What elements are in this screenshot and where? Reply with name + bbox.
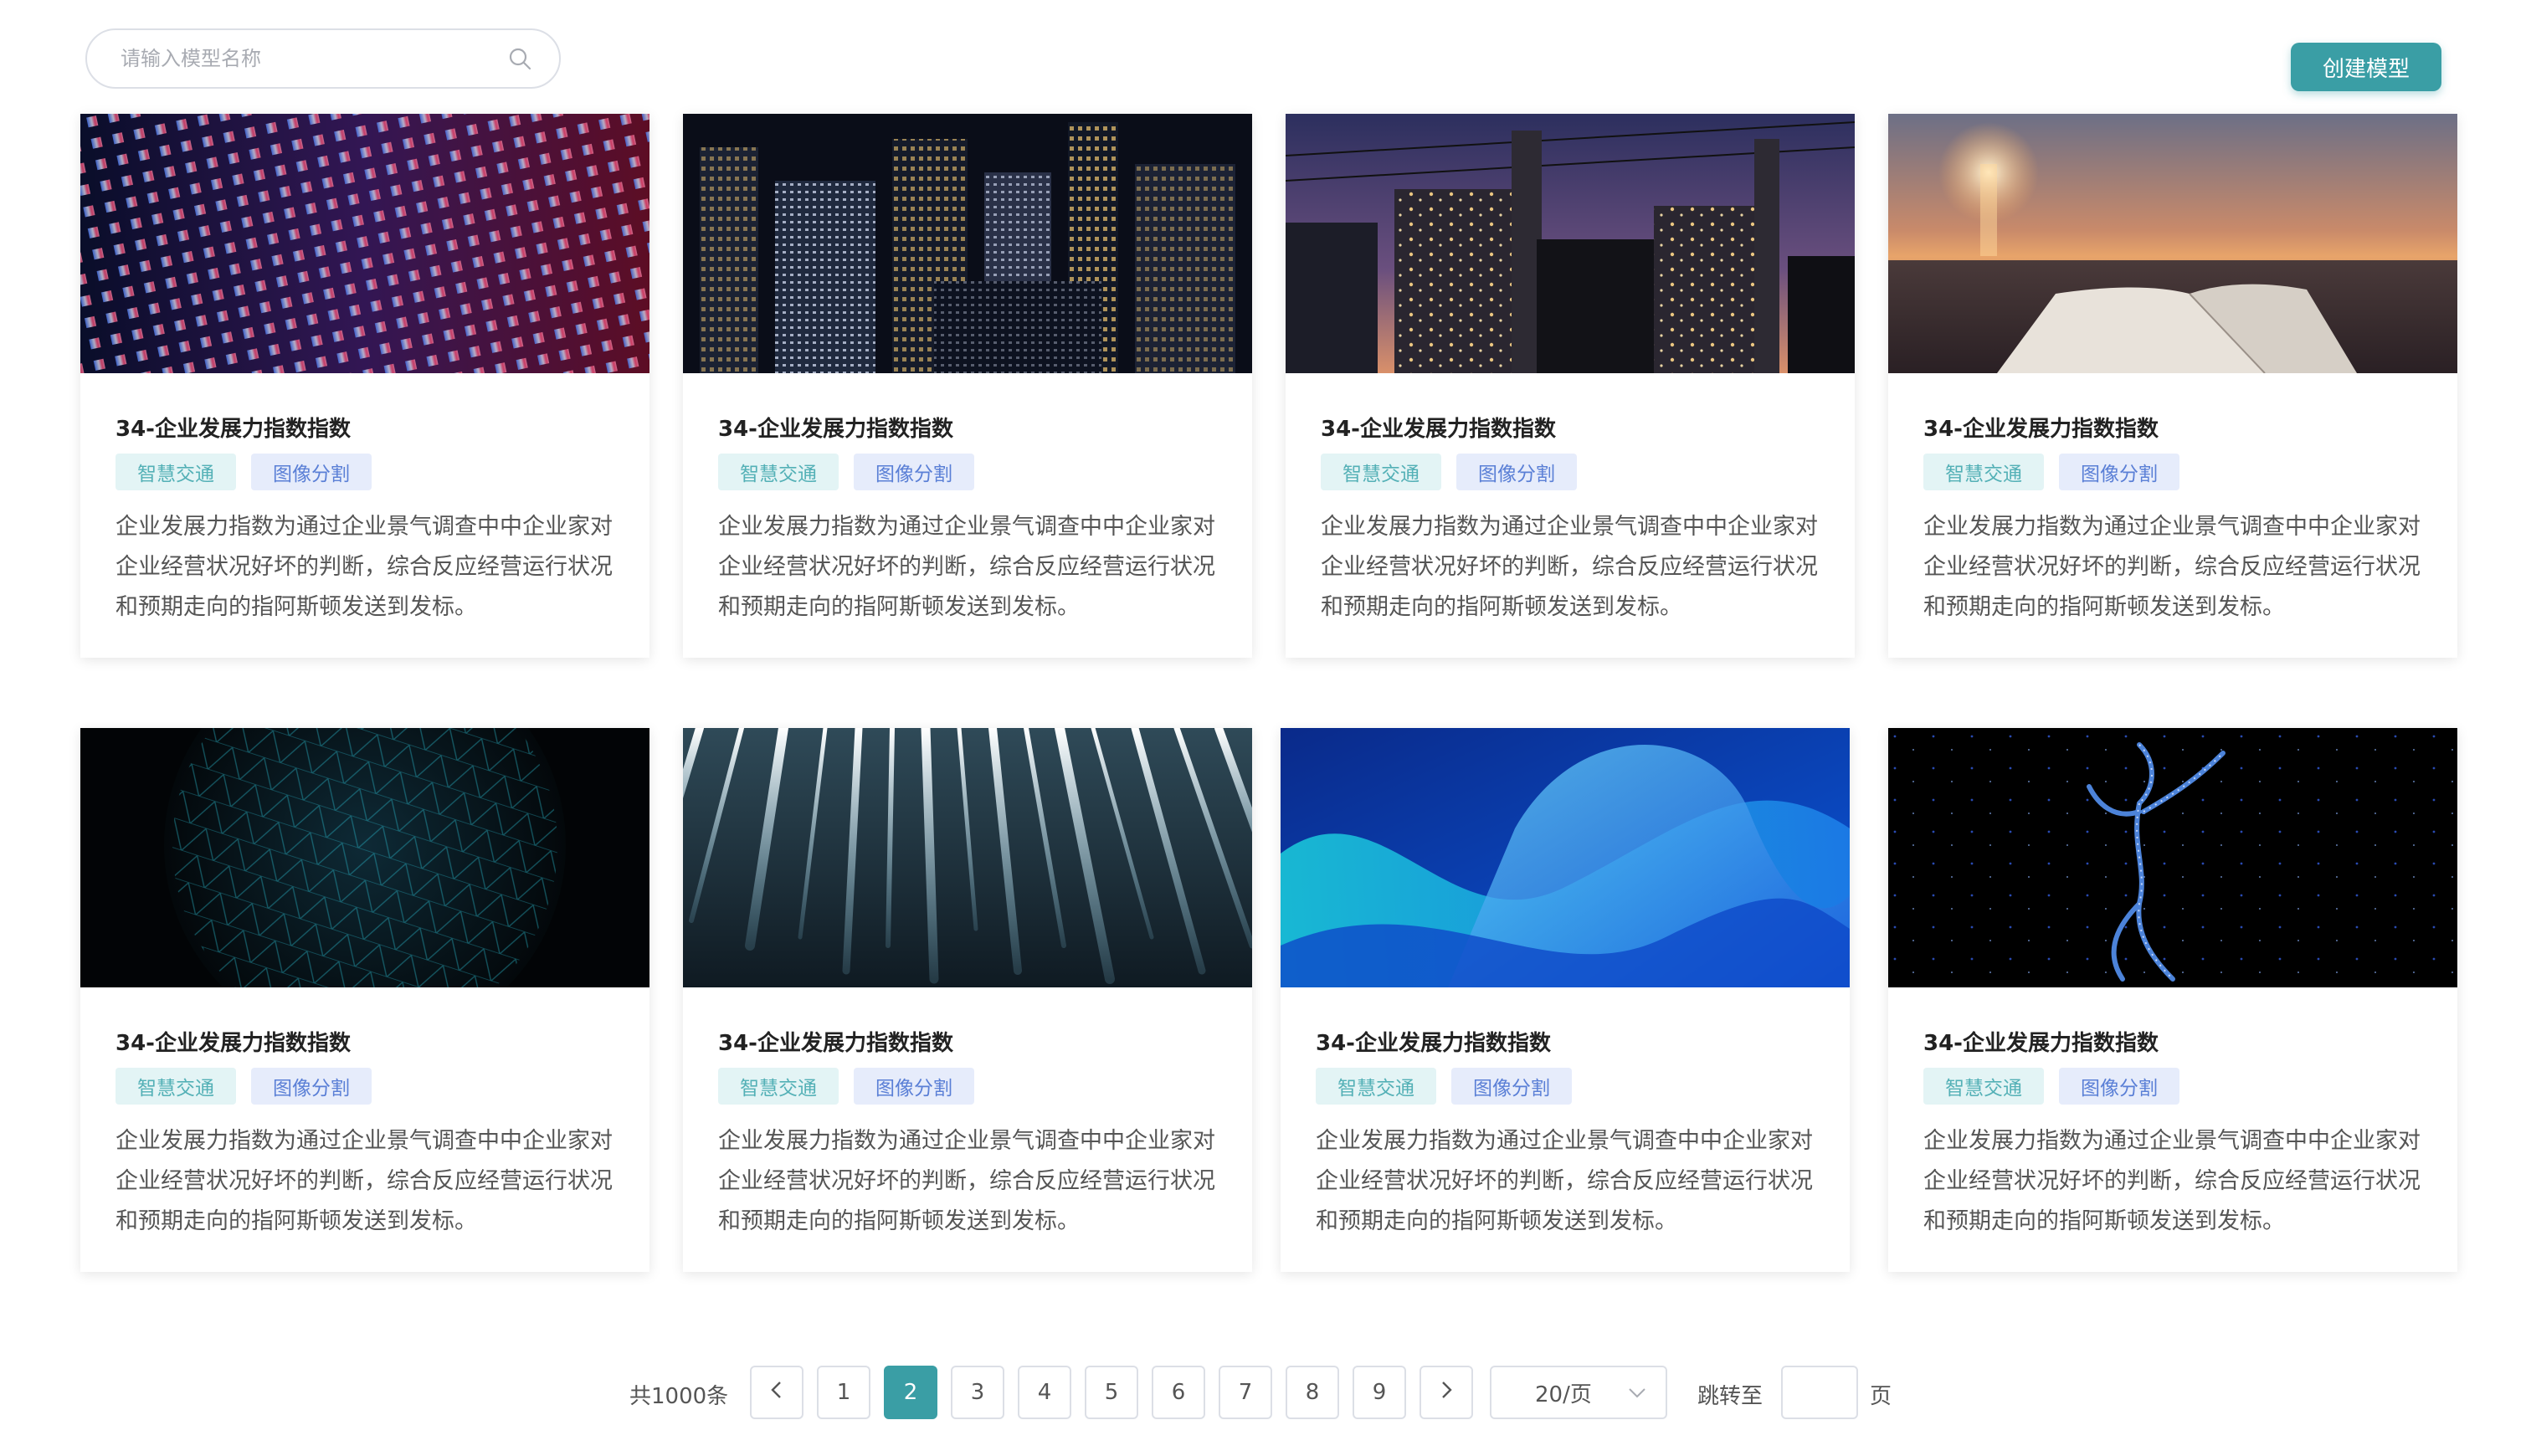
page-button-4[interactable]: 4: [1018, 1366, 1071, 1419]
card-description: 企业发展力指数为通过企业景气调查中中企业家对企业经营状况好坏的判断，综合反应经营…: [116, 514, 613, 620]
prev-page-button[interactable]: [750, 1366, 803, 1419]
model-card[interactable]: 34-企业发展力指数指数 智慧交通 图像分割 企业发展力指数为通过企业景气调查中…: [80, 114, 649, 658]
card-title: 34-企业发展力指数指数: [718, 417, 953, 442]
jump-to-label: 跳转至: [1697, 1384, 1763, 1409]
model-card[interactable]: 34-企业发展力指数指数 智慧交通 图像分割 企业发展力指数为通过企业景气调查中…: [1888, 728, 2457, 1272]
chevron-down-icon: [1627, 1380, 1647, 1405]
card-description: 企业发展力指数为通过企业景气调查中中企业家对企业经营状况好坏的判断，综合反应经营…: [1316, 1128, 1813, 1234]
tag-category: 智慧交通: [1316, 1068, 1436, 1105]
pagination: 共1000条 1 2 3 4 5 6 7 8 9 20/页 跳转至 页: [0, 1366, 2531, 1419]
card-image-dot-grid: [80, 114, 649, 373]
create-model-button[interactable]: 创建模型: [2291, 43, 2441, 91]
tag-category: 智慧交通: [116, 1068, 236, 1105]
page-button-6[interactable]: 6: [1152, 1366, 1205, 1419]
page-button-8[interactable]: 8: [1286, 1366, 1339, 1419]
card-image-light-streaks: [683, 728, 1252, 987]
card-description: 企业发展力指数为通过企业景气调查中中企业家对企业经营状况好坏的判断，综合反应经营…: [1923, 514, 2421, 620]
tag-task: 图像分割: [2059, 454, 2179, 490]
page-button-1[interactable]: 1: [817, 1366, 870, 1419]
card-image-blue-waves: [1281, 728, 1850, 987]
search-input[interactable]: [119, 46, 506, 71]
page-size-value: 20/页: [1535, 1382, 1592, 1407]
search-box[interactable]: [85, 28, 561, 89]
card-image-sunset-book: [1888, 114, 2457, 373]
card-title: 34-企业发展力指数指数: [1316, 1031, 1551, 1056]
page-button-5[interactable]: 5: [1085, 1366, 1138, 1419]
next-page-button[interactable]: [1420, 1366, 1473, 1419]
tag-task: 图像分割: [1456, 454, 1577, 490]
model-card[interactable]: 34-企业发展力指数指数 智慧交通 图像分割 企业发展力指数为通过企业景气调查中…: [1888, 114, 2457, 658]
tag-category: 智慧交通: [1923, 1068, 2044, 1105]
tag-category: 智慧交通: [1923, 454, 2044, 490]
tag-task: 图像分割: [251, 1068, 372, 1105]
page-button-7[interactable]: 7: [1219, 1366, 1272, 1419]
tag-task: 图像分割: [2059, 1068, 2179, 1105]
page-button-2-current[interactable]: 2: [884, 1366, 937, 1419]
chevron-left-icon: [768, 1380, 785, 1406]
card-image-particle-figure: [1888, 728, 2457, 987]
page-size-select[interactable]: 20/页: [1490, 1366, 1667, 1419]
card-description: 企业发展力指数为通过企业景气调查中中企业家对企业经营状况好坏的判断，综合反应经营…: [116, 1128, 613, 1234]
model-card[interactable]: 34-企业发展力指数指数 智慧交通 图像分割 企业发展力指数为通过企业景气调查中…: [1281, 728, 1850, 1272]
card-image-city-night: [683, 114, 1252, 373]
tag-task: 图像分割: [854, 1068, 974, 1105]
tag-category: 智慧交通: [718, 1068, 839, 1105]
card-title: 34-企业发展力指数指数: [718, 1031, 953, 1056]
model-card[interactable]: 34-企业发展力指数指数 智慧交通 图像分割 企业发展力指数为通过企业景气调查中…: [683, 728, 1252, 1272]
tag-category: 智慧交通: [718, 454, 839, 490]
model-card[interactable]: 34-企业发展力指数指数 智慧交通 图像分割 企业发展力指数为通过企业景气调查中…: [683, 114, 1252, 658]
model-card[interactable]: 34-企业发展力指数指数 智慧交通 图像分割 企业发展力指数为通过企业景气调查中…: [1286, 114, 1855, 658]
card-title: 34-企业发展力指数指数: [116, 1031, 351, 1056]
model-card[interactable]: 34-企业发展力指数指数 智慧交通 图像分割 企业发展力指数为通过企业景气调查中…: [80, 728, 649, 1272]
page-button-9[interactable]: 9: [1353, 1366, 1406, 1419]
page-button-3[interactable]: 3: [951, 1366, 1004, 1419]
card-image-dark-network: [80, 728, 649, 987]
card-description: 企业发展力指数为通过企业景气调查中中企业家对企业经营状况好坏的判断，综合反应经营…: [718, 514, 1215, 620]
tag-category: 智慧交通: [1321, 454, 1441, 490]
tag-category: 智慧交通: [116, 454, 236, 490]
jump-page-input[interactable]: [1781, 1366, 1858, 1419]
search-icon[interactable]: [506, 44, 534, 73]
card-image-factory-dusk: [1286, 114, 1855, 373]
total-count: 共1000条: [629, 1384, 729, 1409]
card-description: 企业发展力指数为通过企业景气调查中中企业家对企业经营状况好坏的判断，综合反应经营…: [718, 1128, 1215, 1234]
chevron-right-icon: [1438, 1380, 1455, 1406]
tag-task: 图像分割: [854, 454, 974, 490]
page-unit-label: 页: [1870, 1384, 1892, 1409]
card-title: 34-企业发展力指数指数: [1923, 1031, 2159, 1056]
card-description: 企业发展力指数为通过企业景气调查中中企业家对企业经营状况好坏的判断，综合反应经营…: [1321, 514, 1818, 620]
card-title: 34-企业发展力指数指数: [116, 417, 351, 442]
card-description: 企业发展力指数为通过企业景气调查中中企业家对企业经营状况好坏的判断，综合反应经营…: [1923, 1128, 2421, 1234]
card-title: 34-企业发展力指数指数: [1923, 417, 2159, 442]
card-title: 34-企业发展力指数指数: [1321, 417, 1556, 442]
tag-task: 图像分割: [1451, 1068, 1572, 1105]
tag-task: 图像分割: [251, 454, 372, 490]
